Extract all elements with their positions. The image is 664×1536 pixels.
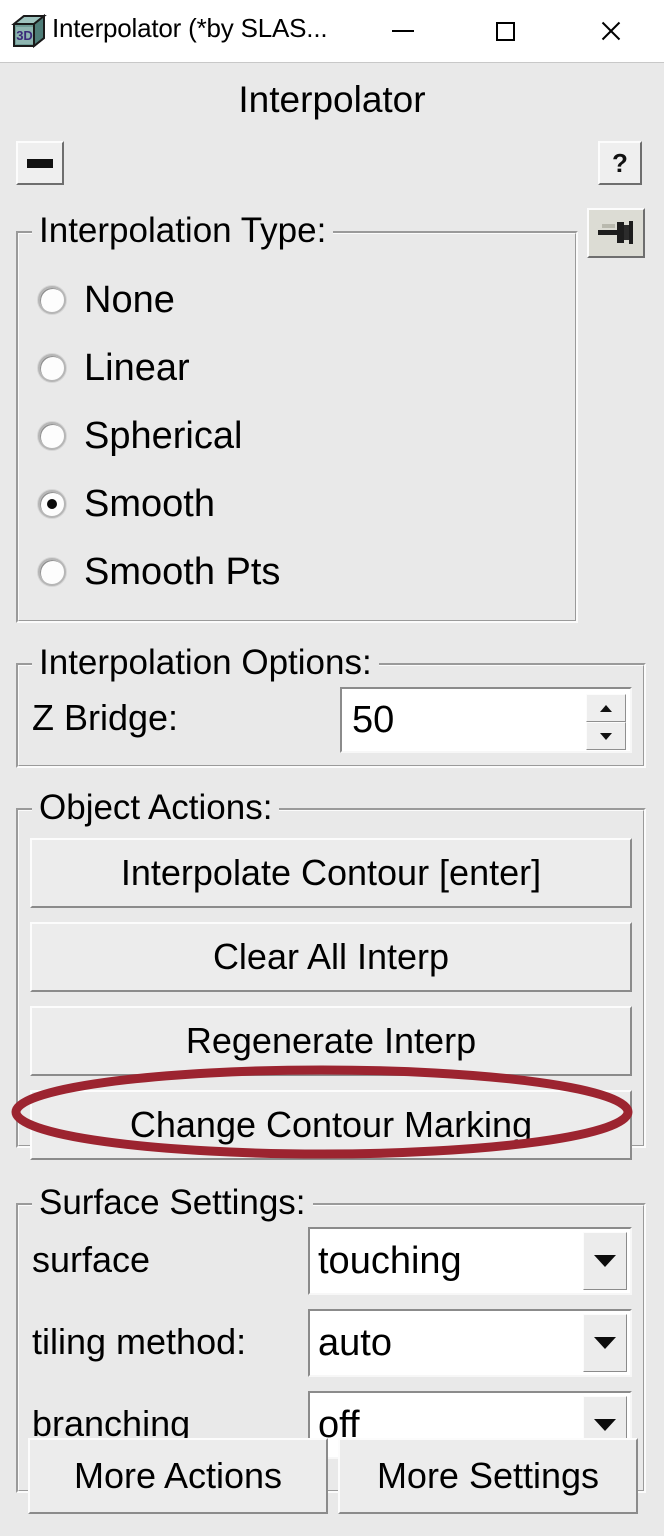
cube-3d-icon: 3D [10,12,48,50]
radio-icon [38,558,66,586]
interpolation-options-legend: Interpolation Options: [32,642,379,684]
surface-label: surface [32,1239,151,1280]
radio-smooth-pts[interactable]: Smooth Pts [38,547,280,597]
radio-icon [38,422,66,450]
window-close-button[interactable] [580,0,642,62]
svg-text:3D: 3D [16,28,33,43]
window-title: Interpolator (*by SLAS... [52,13,328,43]
chevron-up-icon [600,704,612,712]
radio-linear[interactable]: Linear [38,343,190,393]
radio-smooth[interactable]: Smooth [38,479,215,529]
radio-label: Linear [84,347,190,389]
interpolation-type-group: Interpolation Type: None Linear Spherica… [16,210,578,623]
tiling-method-value: auto [318,1321,392,1364]
minus-icon [27,158,53,168]
z-bridge-input[interactable]: 50 [340,687,632,753]
surface-select[interactable]: touching [308,1227,632,1295]
object-actions-legend: Object Actions: [32,787,280,829]
help-button[interactable]: ? [598,141,642,185]
stepper-up-button[interactable] [586,694,626,722]
surface-value: touching [318,1239,462,1282]
maximize-icon [495,21,515,41]
tiling-method-label: tiling method: [32,1321,247,1362]
chevron-down-icon [600,732,612,740]
radio-label: Spherical [84,415,243,457]
more-actions-button[interactable]: More Actions [28,1438,328,1514]
page-title: Interpolator [238,79,426,120]
radio-none[interactable]: None [38,275,175,325]
stepper-down-button[interactable] [586,722,626,750]
chevron-down-icon[interactable] [583,1314,627,1372]
pin-button[interactable] [587,208,645,258]
z-bridge-stepper[interactable] [586,694,626,750]
window-titlebar: 3D Interpolator (*by SLAS... [0,0,664,62]
chevron-down-icon[interactable] [583,1232,627,1290]
window-minimize-button[interactable] [372,0,434,62]
window-maximize-button[interactable] [474,0,536,62]
more-settings-button[interactable]: More Settings [338,1438,638,1514]
collapse-panel-button[interactable] [16,141,64,185]
interpolate-contour-button[interactable]: Interpolate Contour [enter] [30,838,632,908]
regenerate-interp-button[interactable]: Regenerate Interp [30,1006,632,1076]
radio-label: None [84,279,175,321]
object-actions-group: Object Actions: Interpolate Contour [ent… [16,787,646,1160]
radio-label: Smooth Pts [84,551,281,593]
radio-icon [38,286,66,314]
change-contour-marking-button[interactable]: Change Contour Marking [30,1090,632,1160]
interpolation-options-group: Interpolation Options: Z Bridge: 50 [16,642,646,768]
interpolation-type-legend: Interpolation Type: [32,210,334,252]
clear-all-interp-button[interactable]: Clear All Interp [30,922,632,992]
radio-icon [38,354,66,382]
radio-icon-selected [38,490,66,518]
z-bridge-label: Z Bridge: [32,697,179,738]
surface-settings-legend: Surface Settings: [32,1182,313,1224]
pin-icon [598,221,633,244]
radio-label: Smooth [84,483,215,525]
interpolator-panel: Interpolator ? Interpolation Type: None … [0,62,664,1536]
z-bridge-value: 50 [352,698,395,741]
radio-spherical[interactable]: Spherical [38,411,242,461]
tiling-method-select[interactable]: auto [308,1309,632,1377]
minimize-icon [392,30,414,32]
close-icon [599,19,623,43]
